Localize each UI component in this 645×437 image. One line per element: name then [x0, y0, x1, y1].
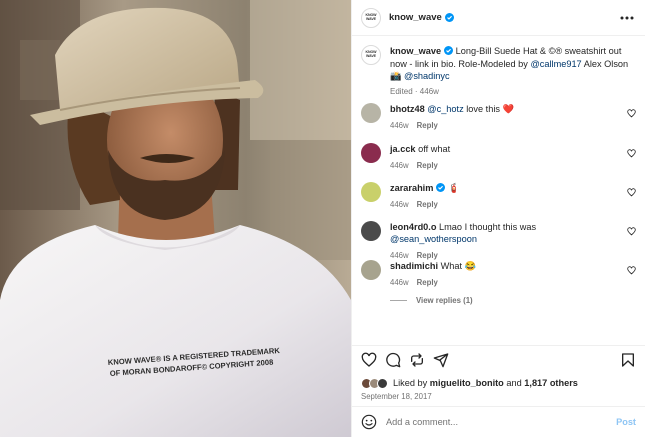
post-caption: KNOW WAVE know_wave Long-Bill Suede Hat …: [352, 37, 645, 98]
post-detail-panel: KNOW WAVE know_wave KNOW WAVE know_wave …: [351, 0, 645, 437]
comment-age[interactable]: 446w: [390, 200, 409, 209]
post-actions-section: Liked by miguelito_bonito and 1,817 othe…: [352, 345, 645, 404]
reply-button[interactable]: Reply: [417, 121, 438, 130]
verified-badge-icon: [444, 46, 454, 55]
author-avatar[interactable]: KNOW WAVE: [361, 7, 381, 28]
comment-mention-link[interactable]: @sean_wotherspoon: [390, 234, 477, 244]
share-button[interactable]: [409, 352, 425, 368]
comment-item: bhotz48 @c_hotz love this ❤️ 446w Reply: [361, 103, 636, 132]
comment-age[interactable]: 446w: [390, 251, 409, 260]
save-button[interactable]: [620, 352, 636, 368]
post-comment-button[interactable]: Post: [616, 417, 636, 427]
comment-button[interactable]: [385, 352, 401, 368]
likes-prefix: Liked by: [393, 378, 428, 388]
commenter-avatar[interactable]: [361, 103, 381, 123]
like-comment-heart-icon[interactable]: [627, 227, 636, 236]
comment-text: off what: [418, 144, 451, 154]
caption-author-avatar[interactable]: KNOW WAVE: [361, 45, 381, 65]
more-options-button[interactable]: [618, 9, 636, 27]
reply-button[interactable]: Reply: [417, 161, 438, 170]
comment-item: leon4rd0.o Lmao I thought this was @sean…: [361, 221, 636, 262]
comment-age[interactable]: 446w: [390, 161, 409, 170]
author-avatar-logo: KNOW WAVE: [365, 12, 377, 21]
bookmark-icon: [622, 353, 634, 367]
like-comment-heart-icon[interactable]: [627, 188, 636, 197]
caption-mention-link[interactable]: @callme917: [530, 59, 581, 69]
post-photo[interactable]: KNOW WAVE® IS A REGISTERED TRADEMARK OF …: [0, 0, 351, 437]
like-comment-heart-icon[interactable]: [627, 266, 636, 275]
comment-item: zararahim 🧯 446w Reply: [361, 182, 636, 211]
comment-username[interactable]: ja.cck: [390, 144, 416, 154]
comment-mention-link[interactable]: @c_hotz: [427, 104, 463, 114]
verified-badge-icon: [436, 183, 446, 192]
caption-age[interactable]: 446w: [420, 87, 439, 96]
commenter-avatar[interactable]: [361, 221, 381, 241]
liker-avatars[interactable]: [361, 377, 388, 389]
comment-text: What 😂: [440, 261, 476, 271]
comment-icon: [386, 352, 401, 368]
post-photo-image: KNOW WAVE® IS A REGISTERED TRADEMARK OF …: [0, 0, 351, 437]
edited-label: Edited: [390, 86, 413, 96]
comment-text: Lmao I thought this was: [439, 222, 537, 232]
commenter-avatar[interactable]: [361, 260, 381, 280]
reply-button[interactable]: Reply: [417, 200, 438, 209]
like-button[interactable]: [361, 352, 377, 368]
caption-meta: Edited · 446w: [390, 86, 439, 96]
comment-username[interactable]: shadimichi: [390, 261, 438, 271]
comment-age[interactable]: 446w: [390, 121, 409, 130]
emoji-button[interactable]: [361, 414, 377, 430]
add-comment-input[interactable]: Add a comment...: [386, 417, 458, 427]
caption-username[interactable]: know_wave: [390, 46, 441, 56]
share-icon: [411, 353, 423, 367]
reply-button[interactable]: Reply: [417, 278, 438, 287]
comment-age[interactable]: 446w: [390, 278, 409, 287]
commenter-avatar[interactable]: [361, 143, 381, 163]
action-bar: [352, 346, 645, 374]
caption-mention-link[interactable]: @shadinyc: [404, 71, 450, 81]
comment-item: shadimichi What 😂 446w Reply: [361, 260, 636, 289]
view-replies-line: [390, 300, 407, 301]
commenter-avatar[interactable]: [361, 182, 381, 202]
send-icon: [433, 353, 449, 368]
heart-icon: [361, 352, 377, 367]
post-date[interactable]: September 18, 2017: [352, 390, 645, 404]
liker-avatar: [377, 377, 388, 389]
comment-item: ja.cck off what 446w Reply: [361, 143, 636, 172]
post-header: KNOW WAVE know_wave: [352, 0, 645, 36]
comments-scroll-area[interactable]: KNOW WAVE know_wave Long-Bill Suede Hat …: [352, 37, 645, 345]
comment-username[interactable]: zararahim: [390, 183, 433, 193]
comment-username[interactable]: bhotz48: [390, 104, 425, 114]
verified-badge-icon: [444, 13, 454, 22]
emoji-icon: [361, 414, 377, 430]
likes-summary: Liked by miguelito_bonito and 1,817 othe…: [352, 374, 645, 390]
likes-and: and: [506, 378, 522, 388]
likes-others-link[interactable]: 1,817 others: [524, 378, 578, 388]
caption-body: know_wave Long-Bill Suede Hat & ©® sweat…: [390, 45, 636, 98]
comment-text: 🧯: [447, 183, 460, 193]
view-replies-label: View replies (1): [416, 296, 473, 305]
author-username[interactable]: know_wave: [389, 12, 442, 23]
reply-button[interactable]: Reply: [417, 251, 438, 260]
likes-text: Liked by miguelito_bonito and 1,817 othe…: [393, 378, 578, 388]
more-icon: [620, 16, 634, 19]
liked-by-username[interactable]: miguelito_bonito: [430, 378, 504, 388]
view-replies-button[interactable]: View replies (1): [390, 296, 473, 305]
like-comment-heart-icon[interactable]: [627, 149, 636, 158]
add-comment-bar: Add a comment... Post: [352, 406, 645, 437]
comment-text: love this ❤️: [466, 104, 514, 114]
send-button[interactable]: [433, 352, 449, 368]
comment-username[interactable]: leon4rd0.o: [390, 222, 436, 232]
like-comment-heart-icon[interactable]: [627, 109, 636, 118]
